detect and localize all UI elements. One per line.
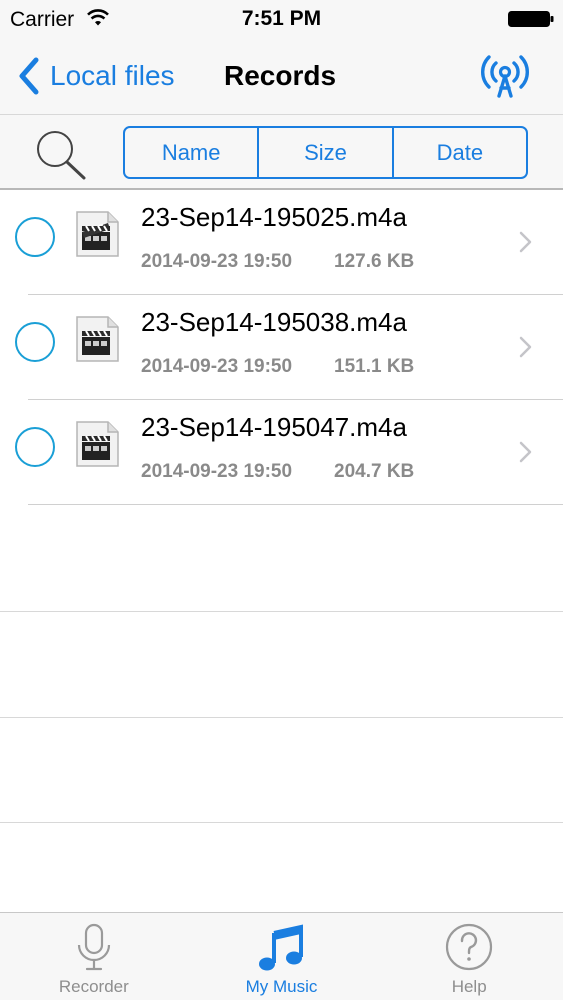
file-name: 23-Sep14-195047.m4a (141, 412, 407, 442)
file-row[interactable]: 23-Sep14-195038.m4a 2014-09-23 19:50 151… (0, 295, 563, 400)
select-circle[interactable] (15, 322, 55, 362)
tab-bar: Recorder My Music Help (0, 912, 563, 1000)
help-icon (446, 923, 493, 971)
clapperboard-file-icon (76, 316, 119, 362)
tab-my-music[interactable]: My Music (188, 913, 376, 1000)
clapperboard-file-icon (76, 421, 119, 467)
sort-by-date-segment[interactable]: Date (391, 128, 526, 177)
sort-by-name-segment[interactable]: Name (125, 128, 257, 177)
navigation-bar: Local files Records (0, 40, 563, 114)
row-divider (28, 504, 563, 505)
tab-recorder-label: Recorder (58, 977, 129, 996)
sort-segmented-control: Name Size Date (123, 126, 528, 179)
file-list: 23-Sep14-195025.m4a 2014-09-23 19:50 127… (0, 190, 563, 505)
sort-toolbar: Name Size Date (0, 114, 563, 190)
file-size: 204.7 KB (334, 461, 415, 482)
empty-row-separator (0, 611, 563, 612)
file-size: 151.1 KB (334, 356, 415, 377)
file-row[interactable]: 23-Sep14-195025.m4a 2014-09-23 19:50 127… (0, 190, 563, 295)
tab-recorder[interactable]: Recorder (0, 913, 188, 1000)
wifi-transfer-icon[interactable] (480, 52, 530, 102)
sort-by-size-segment[interactable]: Size (257, 128, 391, 177)
tab-help[interactable]: Help (375, 913, 563, 1000)
select-circle[interactable] (15, 217, 55, 257)
chevron-right-icon (519, 231, 532, 253)
battery-icon (508, 11, 554, 27)
music-note-icon (258, 924, 303, 971)
back-button-label: Local files (50, 60, 175, 91)
status-bar: Carrier 7:51 PM (0, 0, 563, 40)
clapperboard-file-icon (76, 211, 119, 257)
chevron-right-icon (519, 336, 532, 358)
file-row[interactable]: 23-Sep14-195047.m4a 2014-09-23 19:50 204… (0, 400, 563, 505)
tab-my-music-label: My Music (245, 977, 318, 996)
tab-help-label: Help (451, 977, 487, 996)
page-title: Records (224, 60, 337, 91)
file-date: 2014-09-23 19:50 (141, 356, 293, 377)
file-name: 23-Sep14-195038.m4a (141, 307, 407, 337)
select-circle[interactable] (15, 427, 55, 467)
search-icon[interactable] (34, 129, 88, 181)
back-button[interactable]: Local files (16, 54, 175, 98)
chevron-left-icon (19, 57, 39, 95)
microphone-icon (77, 923, 110, 971)
empty-row-separator (0, 822, 563, 823)
chevron-right-icon (519, 441, 532, 463)
file-size: 127.6 KB (334, 251, 415, 272)
file-date: 2014-09-23 19:50 (141, 461, 293, 482)
status-time: 7:51 PM (241, 7, 322, 30)
file-name: 23-Sep14-195025.m4a (141, 202, 407, 232)
empty-row-separator (0, 717, 563, 718)
file-date: 2014-09-23 19:50 (141, 251, 293, 272)
